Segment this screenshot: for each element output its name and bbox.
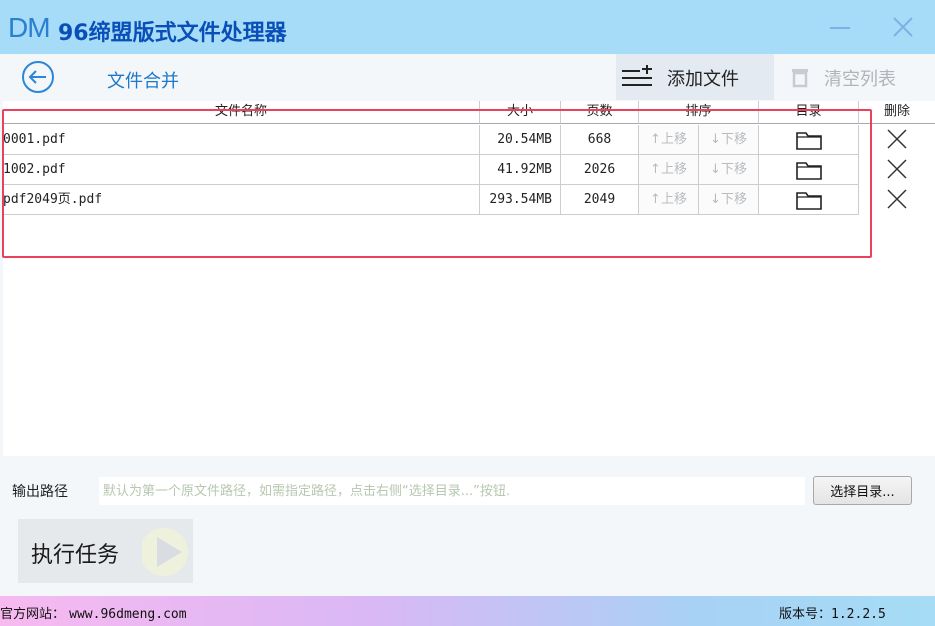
- site-url[interactable]: www.96dmeng.com: [69, 607, 186, 622]
- close-icon: [893, 17, 913, 37]
- move-up-button[interactable]: ↑上移: [639, 185, 699, 215]
- delete-row-button[interactable]: [859, 185, 935, 215]
- move-down-button[interactable]: ↓下移: [699, 155, 759, 185]
- delete-row-button[interactable]: [859, 155, 935, 185]
- folder-icon: [795, 192, 822, 210]
- header-delete[interactable]: 删除: [859, 101, 935, 124]
- file-size-cell: 293.54MB: [480, 185, 561, 215]
- header-pages[interactable]: 页数: [561, 101, 639, 124]
- trash-icon: [792, 69, 808, 88]
- app-title: 96缔盟版式文件处理器: [58, 21, 287, 46]
- delete-x-icon: [887, 189, 907, 209]
- header-dir[interactable]: 目录: [759, 101, 859, 124]
- back-arrow-icon: [22, 61, 54, 93]
- close-button[interactable]: [873, 0, 933, 54]
- play-icon: [142, 528, 188, 576]
- add-list-icon: [622, 65, 652, 86]
- file-size-cell: 20.54MB: [480, 125, 561, 155]
- version-label: 版本号：: [779, 607, 832, 622]
- minimize-icon: [830, 27, 850, 29]
- run-task-button[interactable]: 执行任务: [18, 519, 193, 583]
- move-down-button[interactable]: ↓下移: [699, 125, 759, 155]
- folder-icon: [795, 162, 822, 180]
- run-task-label: 执行任务: [31, 543, 120, 568]
- delete-x-icon: [887, 159, 907, 179]
- version-number: 1.2.2.5: [831, 607, 886, 622]
- open-directory-button[interactable]: [759, 155, 859, 185]
- page-count-cell: 2026: [561, 155, 639, 185]
- clear-list-label: 清空列表: [824, 69, 896, 90]
- title-bar: DM 96缔盟版式文件处理器: [0, 0, 935, 54]
- file-table: 文件名称 大小 页数 排序 目录 删除 0001.pdf 20.54MB 668 ↑上…: [3, 101, 935, 456]
- file-name-cell: pdf2049页.pdf: [3, 185, 480, 215]
- app-logo: DM: [8, 12, 51, 43]
- header-size[interactable]: 大小: [480, 101, 561, 124]
- move-down-button[interactable]: ↓下移: [699, 185, 759, 215]
- toolbar: 文件合并 添加文件 清空列表: [0, 54, 935, 100]
- open-directory-button[interactable]: [759, 125, 859, 155]
- page-title: 文件合并: [107, 71, 179, 92]
- open-directory-button[interactable]: [759, 185, 859, 215]
- site-info: 官方网站： www.96dmeng.com: [0, 603, 187, 622]
- page-count-cell: 668: [561, 125, 639, 155]
- file-name-cell: 1002.pdf: [3, 155, 480, 185]
- header-name[interactable]: 文件名称: [3, 101, 480, 124]
- site-label: 官方网站：: [0, 607, 66, 622]
- folder-icon: [795, 132, 822, 150]
- clear-list-button[interactable]: 清空列表: [784, 54, 929, 100]
- back-button[interactable]: [21, 60, 55, 94]
- choose-directory-button[interactable]: 选择目录...: [813, 476, 912, 505]
- file-size-cell: 41.92MB: [480, 155, 561, 185]
- minimize-button[interactable]: [810, 0, 870, 54]
- output-path-label: 输出路径: [12, 484, 68, 500]
- version-info: 版本号：1.2.2.5: [779, 603, 886, 622]
- move-up-button[interactable]: ↑上移: [639, 155, 699, 185]
- output-path-input[interactable]: [99, 477, 805, 505]
- page-count-cell: 2049: [561, 185, 639, 215]
- add-file-label: 添加文件: [667, 69, 739, 90]
- header-order[interactable]: 排序: [639, 101, 759, 124]
- add-file-button[interactable]: 添加文件: [616, 54, 774, 100]
- move-up-button[interactable]: ↑上移: [639, 125, 699, 155]
- delete-x-icon: [887, 129, 907, 149]
- file-name-cell: 0001.pdf: [3, 125, 480, 155]
- footer: 官方网站： www.96dmeng.com 版本号：1.2.2.5: [0, 596, 935, 626]
- delete-row-button[interactable]: [859, 125, 935, 155]
